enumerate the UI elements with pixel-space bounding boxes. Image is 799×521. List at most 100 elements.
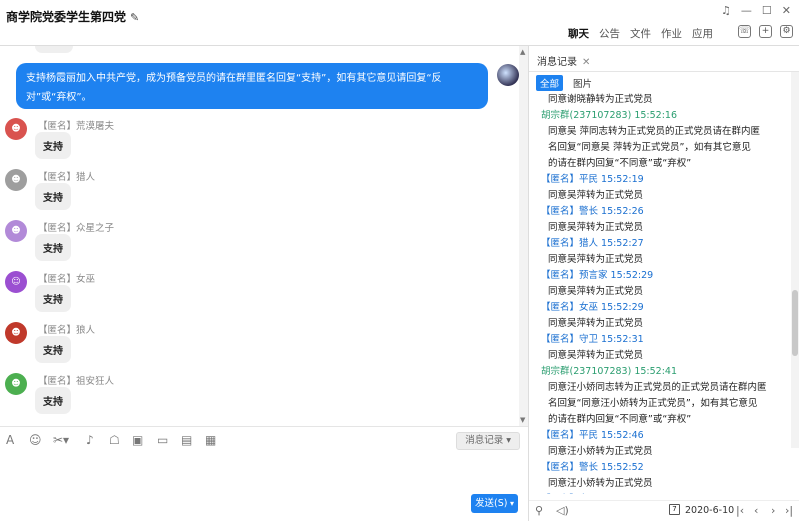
image-icon[interactable]: ▣	[132, 433, 143, 447]
scissors-icon[interactable]: ✂▾	[53, 433, 69, 447]
filter-images[interactable]: 图片	[569, 75, 596, 91]
maximize-icon[interactable]: ☐	[762, 4, 772, 17]
chat-message: ☻ 【匿名】荒漠屠夫 支持	[0, 118, 500, 168]
emoji-icon[interactable]: ☺	[29, 433, 42, 447]
avatar[interactable]: ☻	[5, 169, 27, 191]
history-date[interactable]: 2020-6-10	[685, 505, 734, 516]
history-scrollbar[interactable]	[791, 72, 799, 448]
close-icon[interactable]: ✕	[782, 4, 791, 17]
avatar[interactable]: ☻	[5, 322, 27, 344]
history-sender-line: 胡宗群(237107283) 15:52:41	[541, 366, 677, 377]
history-panel: 消息记录 ✕ 全部 图片 同意谢晓静转为正式党员胡宗群(237107283) 15…	[529, 46, 799, 521]
font-icon[interactable]: A	[6, 433, 14, 447]
message-bubble: 支持	[35, 387, 71, 414]
history-message-text: 同意吴萍转为正式党员	[548, 286, 644, 297]
phone-icon[interactable]: ☏	[738, 25, 751, 38]
input-toolbar: A ☺ ✂▾ ♪ ☖ ▣ ▭ ▤ ▦ 消息记录 ▾	[0, 426, 528, 454]
last-page-icon[interactable]: ›|	[785, 504, 793, 517]
tab-apps[interactable]: 应用	[692, 26, 713, 41]
avatar[interactable]: ☻	[5, 220, 27, 242]
next-page-icon[interactable]: ›	[771, 504, 775, 517]
close-tab-icon[interactable]: ✕	[582, 57, 590, 68]
prev-page-icon[interactable]: ‹	[754, 504, 758, 517]
send-options-icon[interactable]: ▾	[510, 494, 514, 513]
history-sender-line: 【匿名】守卫 15:52:31	[541, 334, 644, 345]
tab-announcement[interactable]: 公告	[599, 26, 620, 41]
settings-icon[interactable]: ⚙	[780, 25, 793, 38]
minimize-icon[interactable]: —	[741, 4, 752, 17]
message-bubble: 支持	[35, 336, 71, 363]
bell-icon[interactable]: ♫	[721, 4, 731, 17]
history-message-text: 同意汪小娇同志转为正式党员的正式党员请在群内匿	[548, 382, 767, 393]
sender-name: 【匿名】女巫	[38, 274, 96, 285]
history-sender-line: 【匿名】平民 15:52:46	[541, 430, 644, 441]
avatar[interactable]: ☻	[5, 118, 27, 140]
history-panel-header: 消息记录 ✕	[529, 46, 799, 72]
search-icon[interactable]: ⚲	[535, 504, 543, 517]
avatar[interactable]: ☺	[5, 271, 27, 293]
doc-icon[interactable]: ▤	[181, 433, 192, 447]
chat-message: ☻ 【匿名】祖安狂人 支持	[0, 373, 500, 423]
history-message-text: 名回复“同意汪小娇转为正式党员”，如有其它意见	[548, 398, 758, 409]
add-icon[interactable]: +	[759, 25, 772, 38]
history-tab-label: 消息记录	[537, 57, 577, 68]
sender-name: 【匿名】祖安狂人	[38, 376, 115, 387]
history-message-text: 同意谢晓静转为正式党员	[548, 94, 653, 105]
mic-icon[interactable]: ♪	[86, 433, 94, 447]
calendar-icon[interactable]: 7	[669, 504, 680, 515]
sticker-icon[interactable]: ☖	[109, 433, 120, 447]
self-avatar[interactable]	[497, 64, 519, 86]
tab-icons: ☏ + ⚙	[738, 25, 793, 38]
history-tab[interactable]: 消息记录 ✕	[537, 53, 590, 68]
pencil-icon[interactable]: ✎	[130, 11, 139, 24]
scroll-down-icon[interactable]: ▼	[520, 416, 525, 424]
sender-name: 【匿名】猎人	[38, 172, 96, 183]
avatar[interactable]: ☻	[5, 373, 27, 395]
chat-message: ☻ 【匿名】众星之子 支持	[0, 220, 500, 270]
history-sender-line: 胡宗群(237107283) 15:52:16	[541, 110, 677, 121]
history-sender-line: 【匿名】女巫 15:52:29	[541, 302, 644, 313]
history-message-text: 同意吴萍转为正式党员	[548, 190, 644, 201]
history-message-text: 的请在群内回复“不同意”或“弃权”	[548, 158, 692, 169]
filter-all[interactable]: 全部	[536, 75, 564, 91]
history-message-text: 的请在群内回复“不同意”或“弃权”	[548, 414, 692, 425]
speaker-icon[interactable]: ◁)	[556, 504, 569, 517]
partial-bubble	[35, 46, 73, 53]
history-filter: 全部 图片	[536, 75, 596, 91]
sender-name: 【匿名】狼人	[38, 325, 96, 336]
message-bubble: 支持	[35, 285, 71, 312]
folder-icon[interactable]: ▭	[157, 433, 168, 447]
window-title: 商学院党委学生第四党 ✎	[6, 8, 139, 25]
chat-area: 支持杨霞丽加入中共产党，成为预备党员的请在群里匿名回复“支持”，如有其它意见请回…	[0, 46, 528, 426]
tab-chat[interactable]: 聊天	[568, 26, 589, 41]
send-label: 发送(S)	[475, 498, 508, 509]
history-message-text: 名回复“同意吴 萍转为正式党员”，如有其它意见	[548, 142, 751, 153]
send-button[interactable]: 发送(S) ▾	[471, 494, 518, 513]
first-page-icon[interactable]: |‹	[736, 504, 744, 517]
chat-message: ☻ 【匿名】猎人 支持	[0, 169, 500, 219]
scroll-up-icon[interactable]: ▲	[520, 48, 525, 56]
message-input[interactable]	[0, 454, 528, 521]
more-icon[interactable]: ▦	[205, 433, 216, 447]
title-text: 商学院党委学生第四党	[6, 10, 127, 24]
history-button[interactable]: 消息记录 ▾	[456, 432, 520, 450]
history-message-text: 同意吴萍转为正式党员	[548, 318, 644, 329]
history-sender-line: 【匿名】警长 15:52:52	[541, 462, 644, 473]
chat-message: ☻ 【匿名】狼人 支持	[0, 322, 500, 372]
history-scroll-thumb[interactable]	[792, 290, 798, 356]
tab-files[interactable]: 文件	[630, 26, 651, 41]
history-sender-line: 【匿名】警长 15:52:26	[541, 206, 644, 217]
history-message-text: 同意吴萍转为正式党员	[548, 254, 644, 265]
tab-homework[interactable]: 作业	[661, 26, 682, 41]
history-message-text: 同意汪小娇转为正式党员	[548, 446, 653, 457]
sender-name: 【匿名】荒漠屠夫	[38, 121, 115, 132]
message-bubble: 支持	[35, 132, 71, 159]
history-list: 同意谢晓静转为正式党员 胡宗群(237107283) 15:52:16 同意吴 萍同…	[529, 92, 791, 494]
chat-message: ☺ 【匿名】女巫 支持	[0, 271, 500, 321]
history-message-text: 同意吴萍转为正式党员	[548, 350, 644, 361]
self-message-bubble: 支持杨霞丽加入中共产党，成为预备党员的请在群里匿名回复“支持”，如有其它意见请回…	[16, 63, 488, 109]
chat-scrollbar[interactable]: ▲ ▼	[519, 46, 528, 426]
history-label: 消息记录	[465, 435, 504, 446]
history-message-text: 同意吴萍转为正式党员	[548, 222, 644, 233]
sender-name: 【匿名】众星之子	[38, 223, 115, 234]
